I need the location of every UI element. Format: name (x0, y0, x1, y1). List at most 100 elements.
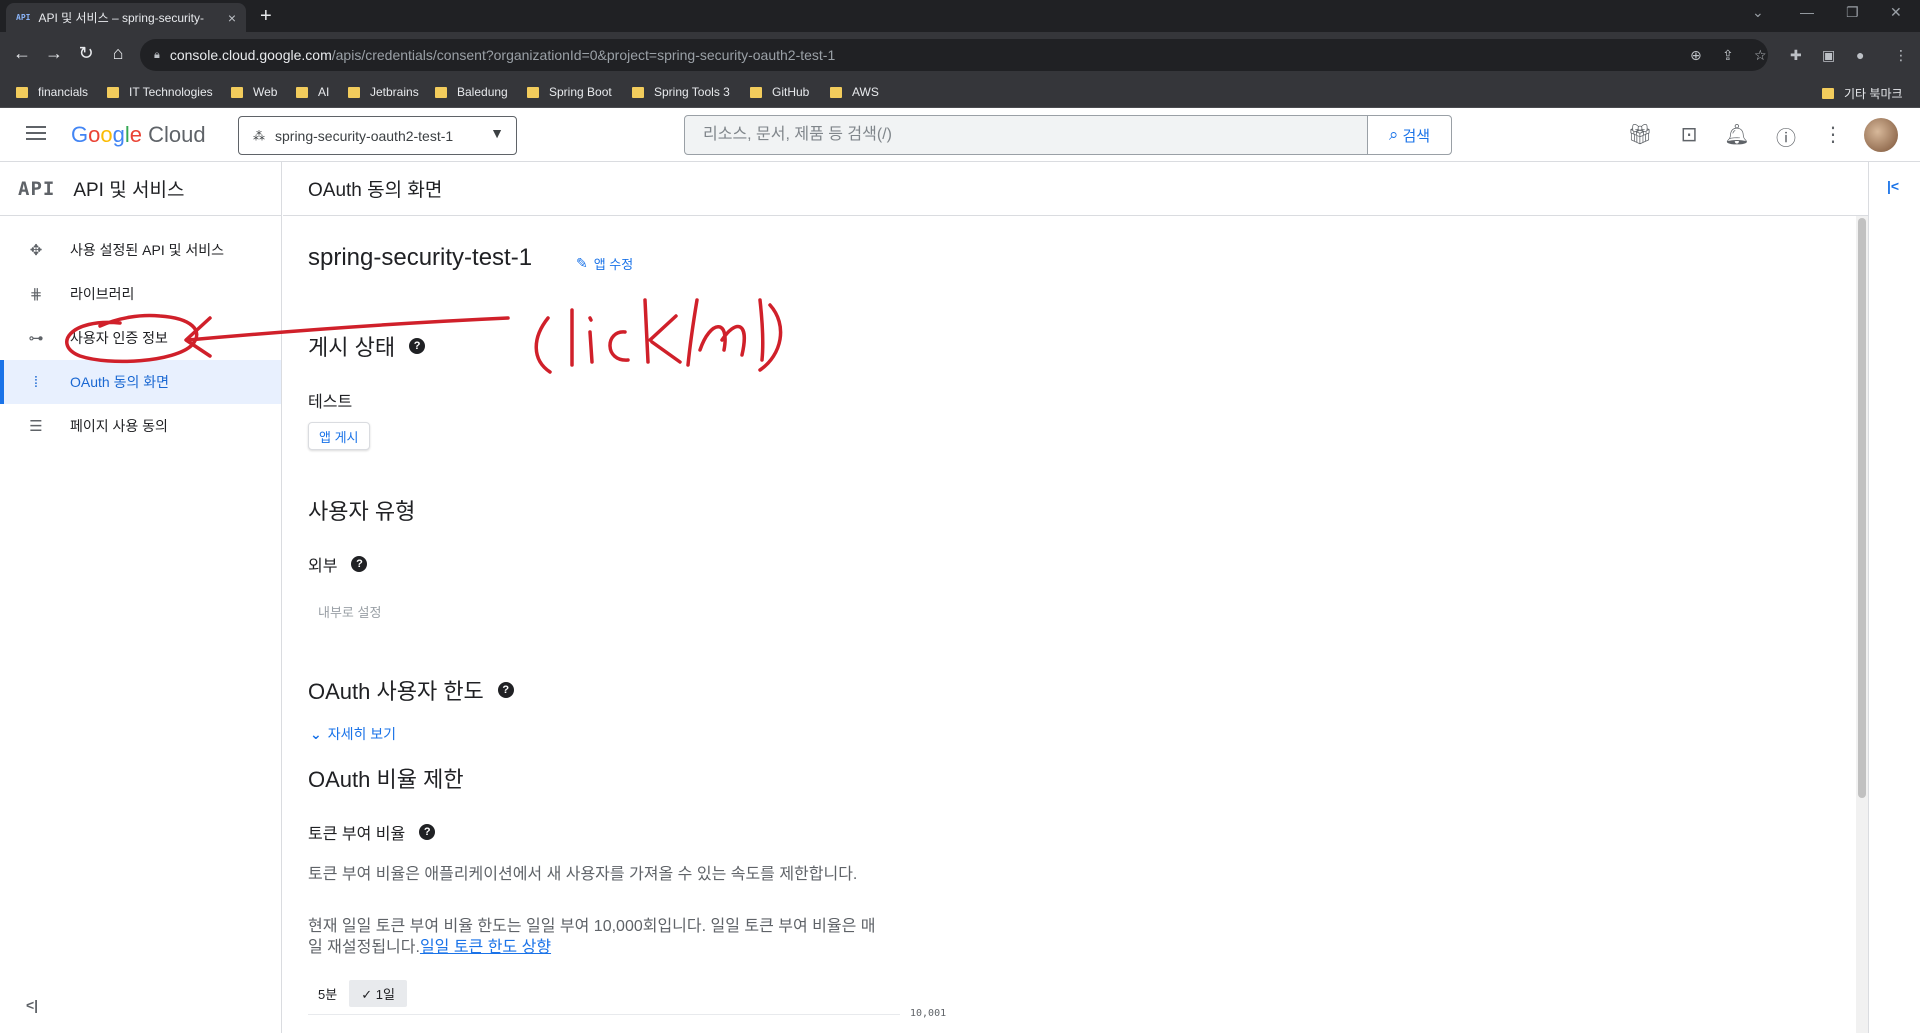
see-more-expander[interactable]: ⌄ 자세히 보기 (310, 724, 396, 744)
folder-icon (632, 86, 644, 98)
bookmark-folder[interactable]: GitHub (750, 85, 809, 99)
profile-icon[interactable]: ● (1856, 47, 1864, 63)
zoom-icon[interactable]: ⊕ (1690, 47, 1702, 64)
folder-icon (231, 86, 243, 98)
search-button[interactable]: ⌕ 검색 (1367, 116, 1451, 154)
bookmark-folder[interactable]: AWS (830, 85, 879, 99)
sidebar-item-enabled-apis[interactable]: ✥ 사용 설정된 API 및 서비스 (0, 228, 281, 272)
chevron-down-icon: ⌄ (310, 725, 322, 742)
folder-icon (16, 86, 28, 98)
scrollbar-thumb[interactable] (1858, 218, 1866, 798)
tab-search-icon[interactable]: ⌄ (1752, 4, 1764, 21)
folder-icon (830, 86, 842, 98)
collapse-sidebar-icon[interactable]: <| (26, 997, 38, 1013)
bookmark-folder[interactable]: AI (296, 85, 329, 99)
folder-icon (435, 86, 447, 98)
gift-icon[interactable]: 🎁︎ (1627, 122, 1653, 147)
expand-panel-icon[interactable]: |< (1887, 178, 1899, 194)
help-icon[interactable]: ? (497, 682, 514, 698)
chart-tick-label: 10,001 (910, 1008, 947, 1019)
new-tab-button[interactable]: + (260, 5, 272, 28)
bookmark-folder[interactable]: Baledung (435, 85, 508, 99)
bookmarks-bar: financials IT Technologies Web AI Jetbra… (0, 78, 1920, 108)
restore-icon[interactable]: ❐ (1846, 4, 1859, 21)
range-1day-button[interactable]: ✓ 1일 (349, 980, 407, 1007)
sidebar-item-page-usage-agreement[interactable]: ☰ 페이지 사용 동의 (0, 404, 281, 448)
sidebar-title: API 및 서비스 (73, 180, 185, 201)
close-window-icon[interactable]: ✕ (1890, 4, 1902, 21)
bookmark-folder[interactable]: Spring Boot (527, 85, 612, 99)
folder-icon (348, 86, 360, 98)
folder-icon (750, 86, 762, 98)
user-cap-heading: OAuth 사용자 한도 ? (308, 674, 514, 706)
main-menu-icon[interactable] (26, 126, 46, 144)
bookmark-folder[interactable]: IT Technologies (107, 85, 213, 99)
browser-toolbar: ← → ↻ ⌂ 🔒︎ console.cloud.google.com /api… (0, 32, 1920, 78)
key-icon: ⊶ (28, 330, 44, 347)
sidebar: API API 및 서비스 ✥ 사용 설정된 API 및 서비스 ⋕ 라이브러리… (0, 162, 282, 1033)
minimize-icon[interactable]: — (1800, 4, 1814, 20)
sidebar-header: API API 및 서비스 (0, 162, 281, 216)
chart-gridline (308, 1014, 900, 1015)
library-icon: ⋕ (29, 286, 43, 303)
range-5min-button[interactable]: 5분 (310, 980, 345, 1007)
tab-close-icon[interactable]: × (228, 10, 236, 26)
time-range-toggle: 5분 ✓ 1일 (310, 980, 407, 1007)
page-title: OAuth 동의 화면 (283, 162, 1869, 216)
help-icon[interactable]: ? (409, 338, 426, 354)
bookmark-folder[interactable]: Spring Tools 3 (632, 85, 730, 99)
bookmark-folder[interactable]: Web (231, 85, 277, 99)
bookmark-folder[interactable]: financials (16, 85, 88, 99)
reload-icon[interactable]: ↻ (74, 43, 98, 64)
extensions-icon[interactable]: ✚ (1790, 47, 1802, 64)
browser-tab-bar: API API 및 서비스 – spring-security- × + ⌄ —… (0, 0, 1920, 32)
check-icon: ✓ (361, 987, 376, 1002)
project-name: spring-security-oauth2-test-1 (275, 127, 454, 144)
search-input[interactable] (685, 116, 1367, 154)
url-path: /apis/credentials/consent?organizationId… (331, 47, 836, 63)
publish-status-heading: 게시 상태 ? (308, 330, 426, 362)
help-icon[interactable]: ? (419, 824, 436, 840)
bookmark-folder[interactable]: Jetbrains (348, 85, 419, 99)
token-rate-description: 토큰 부여 비율은 애플리케이션에서 새 사용자를 가져올 수 있는 속도를 제… (308, 866, 858, 883)
publish-app-button[interactable]: 앱 게시 (308, 422, 370, 450)
bookmark-star-icon[interactable]: ☆ (1754, 47, 1767, 64)
increase-limit-link[interactable]: 일일 토큰 한도 상향 (420, 939, 551, 956)
caret-down-icon: ▼ (490, 125, 504, 141)
forward-icon[interactable]: → (42, 43, 66, 64)
address-bar[interactable]: 🔒︎ console.cloud.google.com /apis/creden… (140, 39, 1768, 71)
help-icon[interactable]: ⓘ (1773, 122, 1799, 151)
api-badge-icon: API (18, 177, 56, 200)
edit-app-link[interactable]: ✎ 앱 수정 (576, 254, 633, 273)
consent-grid-icon: ⁞ (33, 373, 39, 391)
user-type-heading: 사용자 유형 (308, 499, 416, 524)
more-options-icon[interactable]: ⋮ (1820, 122, 1846, 147)
browser-tab[interactable]: API API 및 서비스 – spring-security- × (6, 3, 246, 32)
app-name: spring-security-test-1 (308, 244, 533, 271)
folder-icon (1822, 88, 1834, 99)
share-icon[interactable]: ⇪ (1722, 47, 1734, 64)
make-internal-button: 내부로 설정 (318, 605, 382, 620)
right-panel: |< (1868, 162, 1920, 1033)
side-panel-icon[interactable]: ▣ (1822, 47, 1835, 64)
sidebar-item-library[interactable]: ⋕ 라이브러리 (0, 272, 281, 316)
other-bookmarks[interactable]: 기타 북마크 (1822, 85, 1903, 102)
main-content: spring-security-test-1 ✎ 앱 수정 게시 상태 ? 테스… (308, 216, 1848, 1033)
settings-list-icon: ☰ (29, 418, 43, 435)
home-icon[interactable]: ⌂ (106, 43, 130, 64)
sidebar-item-oauth-consent[interactable]: ⁞ OAuth 동의 화면 (0, 360, 281, 404)
back-icon[interactable]: ← (10, 43, 34, 64)
notifications-bell-icon[interactable]: 🔔︎ (1724, 122, 1750, 147)
chrome-menu-icon[interactable]: ⋮ (1894, 47, 1908, 64)
cloud-shell-icon[interactable]: ⊡ (1676, 122, 1702, 147)
publish-status-value: 테스트 (308, 394, 353, 411)
diamond-dots-icon: ✥ (29, 242, 43, 259)
sidebar-item-credentials[interactable]: ⊶ 사용자 인증 정보 (0, 316, 281, 360)
google-cloud-logo[interactable]: Google Cloud (71, 122, 206, 148)
project-selector[interactable]: ⁂ spring-security-oauth2-test-1 ▼ (238, 116, 517, 155)
avatar[interactable] (1864, 118, 1898, 152)
help-icon[interactable]: ? (351, 556, 368, 572)
folder-icon (527, 86, 539, 98)
token-rate-current: 현재 일일 토큰 부여 비율 한도는 일일 부여 10,000회입니다. 일일 … (308, 918, 876, 956)
api-favicon-icon: API (16, 13, 31, 22)
